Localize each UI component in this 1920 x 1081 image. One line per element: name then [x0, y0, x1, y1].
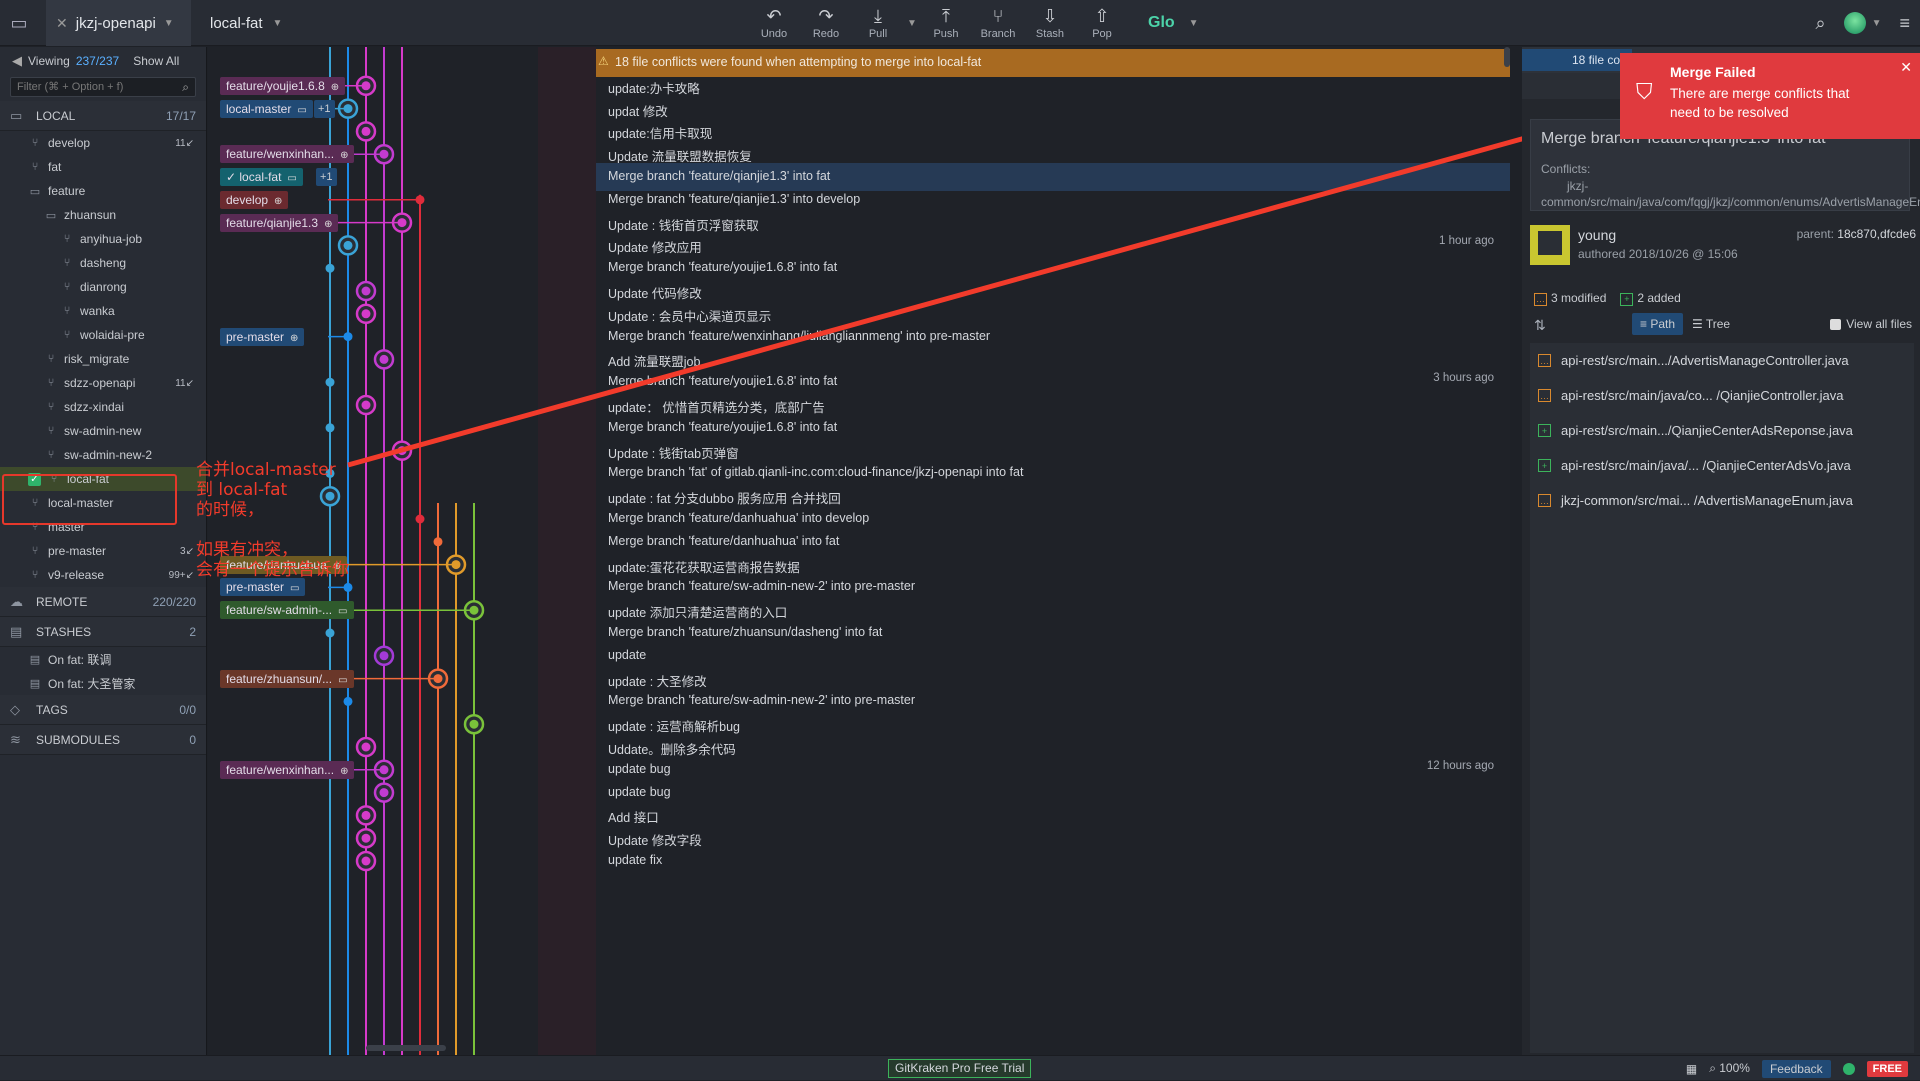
- feedback-button[interactable]: Feedback: [1761, 1059, 1831, 1078]
- added-icon: +: [1620, 292, 1634, 306]
- path-label: Path: [1650, 317, 1676, 331]
- added-label: 2 added: [1637, 291, 1681, 305]
- view-all-files-checkbox[interactable]: View all files: [1830, 317, 1912, 331]
- file-path: jkzj-common/src/mai... /AdvertisManageEn…: [1561, 493, 1853, 508]
- grid-icon[interactable]: ▦: [1686, 1062, 1697, 1076]
- changed-file-item[interactable]: + api-rest/src/main.../QianjieCenterAdsRe…: [1530, 413, 1914, 448]
- sort-icon[interactable]: ⇅: [1534, 317, 1546, 334]
- modified-label: 3 modified: [1551, 291, 1607, 305]
- toast-body: There are merge conflicts that need to b…: [1670, 86, 1850, 120]
- modified-count: … 3 modified: [1534, 291, 1606, 306]
- conflict-path: jkzj-common/src/main/java/com/fqgj/jkzj/…: [1541, 179, 1920, 209]
- file-view-bar: ⇅ ≡ Path ☰ Tree View all files: [1534, 313, 1912, 337]
- modified-icon: …: [1538, 494, 1551, 507]
- conflicts-label: Conflicts:: [1541, 162, 1591, 176]
- added-icon: +: [1538, 424, 1551, 437]
- view-all-label: View all files: [1846, 317, 1912, 331]
- shield-icon: ⛉: [1636, 79, 1653, 104]
- added-icon: +: [1538, 459, 1551, 472]
- status-bar: GitKraken Pro Free Trial ▦ ⌕ 100% Feedba…: [0, 1055, 1920, 1080]
- added-count: +2 added: [1620, 291, 1681, 306]
- modified-icon: …: [1538, 389, 1551, 402]
- parent-info: parent: 18c870,dfcde6: [1797, 227, 1916, 241]
- conflict-chip[interactable]: 18 file co: [1522, 49, 1632, 71]
- author-name: young: [1578, 227, 1617, 243]
- pro-trial-button[interactable]: GitKraken Pro Free Trial: [888, 1059, 1032, 1078]
- free-badge[interactable]: FREE: [1866, 1060, 1908, 1077]
- parent-label: parent:: [1796, 227, 1834, 241]
- file-path: api-rest/src/main/java/... /QianjieCente…: [1561, 458, 1851, 473]
- file-path: api-rest/src/main.../AdvertisManageContr…: [1561, 353, 1849, 368]
- author-date: authored 2018/10/26 @ 15:06: [1578, 247, 1738, 261]
- zoom-control[interactable]: ⌕ 100%: [1709, 1061, 1750, 1076]
- zoom-level: 100%: [1719, 1061, 1750, 1075]
- file-list: … api-rest/src/main.../AdvertisManageCont…: [1530, 343, 1914, 1053]
- path-view-button[interactable]: ≡ Path: [1632, 313, 1684, 335]
- parent-shas[interactable]: 18c870,dfcde6: [1837, 227, 1916, 241]
- tree-label: Tree: [1705, 317, 1731, 331]
- file-path: api-rest/src/main/java/co... /QianjieCon…: [1561, 388, 1844, 403]
- arrow-line: [347, 117, 1591, 468]
- changed-file-item[interactable]: + api-rest/src/main/java/... /QianjieCent…: [1530, 448, 1914, 483]
- changed-file-item[interactable]: … api-rest/src/main.../AdvertisManageCont…: [1530, 343, 1914, 378]
- modified-icon: …: [1534, 292, 1547, 306]
- commit-detail-panel: 18 file co Merge branch 'feature/qianjie…: [1522, 47, 1920, 1055]
- file-path: api-rest/src/main.../QianjieCenterAdsRep…: [1561, 423, 1853, 438]
- merge-failed-toast: ⛉ Merge Failed There are merge conflicts…: [1620, 53, 1920, 139]
- change-stats: … 3 modified +2 added: [1534, 291, 1681, 306]
- changed-file-item[interactable]: … jkzj-common/src/mai... /AdvertisManageE…: [1530, 483, 1914, 518]
- toast-title: Merge Failed: [1670, 64, 1756, 80]
- modified-icon: …: [1538, 354, 1551, 367]
- checkbox[interactable]: [1830, 318, 1842, 330]
- author-block: young authored 2018/10/26 @ 15:06 parent…: [1530, 225, 1916, 271]
- avatar[interactable]: [1842, 1062, 1855, 1075]
- close-icon[interactable]: ✕: [1900, 59, 1912, 76]
- tree-view-button[interactable]: ☰ Tree: [1684, 313, 1738, 335]
- avatar: [1530, 225, 1570, 265]
- changed-file-item[interactable]: … api-rest/src/main/java/co... /QianjieCo…: [1530, 378, 1914, 413]
- status-right: ▦ ⌕ 100% Feedback FREE: [1686, 1056, 1908, 1081]
